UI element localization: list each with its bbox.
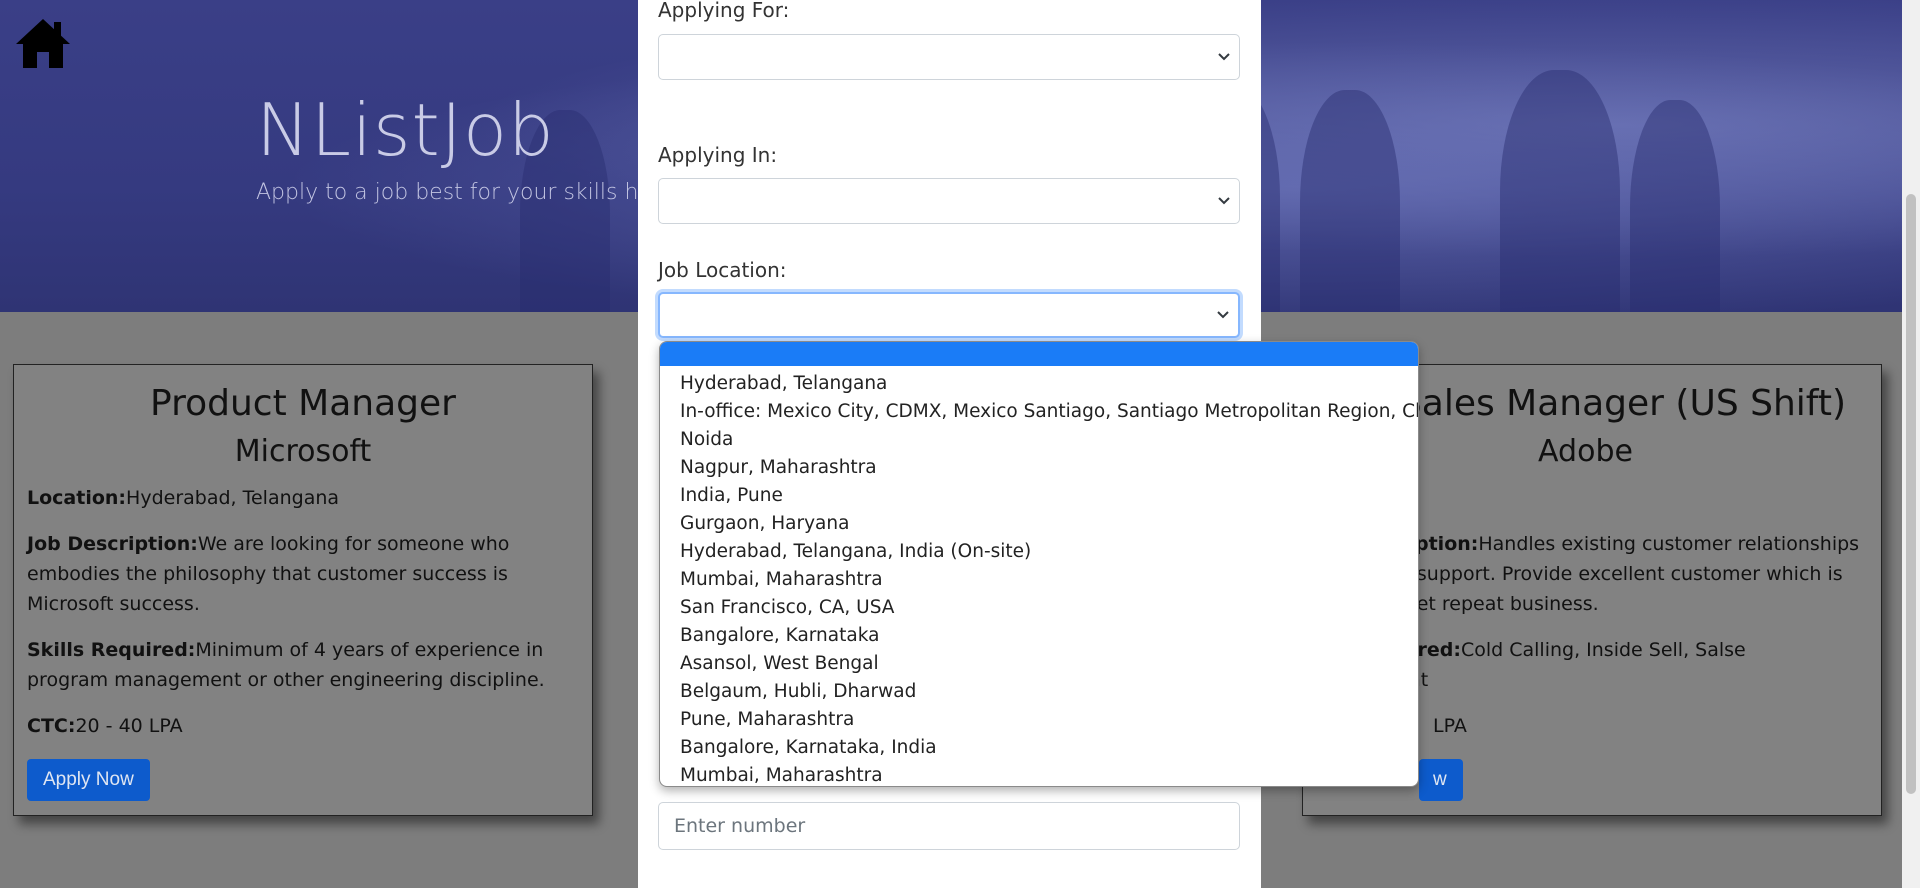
job-description: Job Description:We are looking for someo… bbox=[27, 533, 510, 615]
brand-title: NListJob bbox=[256, 88, 555, 172]
page-scrollbar[interactable] bbox=[1902, 0, 1920, 888]
dropdown-option[interactable]: In-office: Mexico City, CDMX, Mexico San… bbox=[660, 398, 1418, 426]
dropdown-option[interactable]: Hyderabad, Telangana, India (On-site) bbox=[660, 538, 1418, 566]
dropdown-option[interactable]: Nagpur, Maharashtra bbox=[660, 454, 1418, 482]
job-ctc: CTC:20 - 40 LPA bbox=[27, 715, 183, 737]
hero-tagline: Apply to a job best for your skills here bbox=[256, 180, 675, 205]
applying-for-label: Applying For: bbox=[658, 0, 790, 22]
chevron-down-icon bbox=[1218, 53, 1230, 61]
dropdown-option[interactable]: Hyderabad, Telangana bbox=[660, 370, 1418, 398]
dropdown-option[interactable]: San Francisco, CA, USA bbox=[660, 594, 1418, 622]
applying-in-label: Applying In: bbox=[658, 143, 778, 167]
job-location-label: Job Location: bbox=[658, 258, 787, 282]
dropdown-option[interactable]: Mumbai, Maharashtra bbox=[660, 566, 1418, 594]
chevron-down-icon bbox=[1218, 197, 1230, 205]
dropdown-option[interactable] bbox=[660, 342, 1418, 366]
dropdown-option[interactable]: Noida bbox=[660, 426, 1418, 454]
job-skills: Skills Required:Minimum of 4 years of ex… bbox=[27, 639, 545, 691]
company-name: Microsoft bbox=[234, 434, 372, 469]
phone-number-input[interactable]: Enter number bbox=[658, 802, 1240, 850]
dropdown-option[interactable]: Bangalore, Karnataka, India bbox=[660, 734, 1418, 762]
job-location-dropdown-list[interactable]: Hyderabad, Telangana In-office: Mexico C… bbox=[659, 341, 1419, 787]
dropdown-option[interactable]: Pune, Maharashtra bbox=[660, 706, 1418, 734]
dropdown-option[interactable]: Mumbai, Maharashtra bbox=[660, 762, 1418, 786]
dropdown-option[interactable]: India, Pune bbox=[660, 482, 1418, 510]
dropdown-option[interactable]: Belgaum, Hubli, Dharwad bbox=[660, 678, 1418, 706]
job-location-select[interactable] bbox=[658, 292, 1240, 338]
dropdown-option[interactable]: Gurgaon, Haryana bbox=[660, 510, 1418, 538]
home-icon[interactable] bbox=[14, 16, 72, 70]
chevron-down-icon bbox=[1217, 311, 1229, 319]
apply-now-button[interactable]: w bbox=[1419, 759, 1463, 801]
job-card: Product Manager Microsoft Location:Hyder… bbox=[13, 364, 593, 816]
dropdown-option[interactable]: Asansol, West Bengal bbox=[660, 650, 1418, 678]
scrollbar-thumb[interactable] bbox=[1906, 194, 1916, 794]
applying-in-select[interactable] bbox=[658, 178, 1240, 224]
dropdown-option[interactable]: Bangalore, Karnataka bbox=[660, 622, 1418, 650]
applying-for-select[interactable] bbox=[658, 34, 1240, 80]
job-title: Product Manager bbox=[150, 383, 456, 424]
apply-now-button[interactable]: Apply Now bbox=[27, 759, 150, 801]
job-location: Location:Hyderabad, Telangana bbox=[27, 487, 340, 509]
